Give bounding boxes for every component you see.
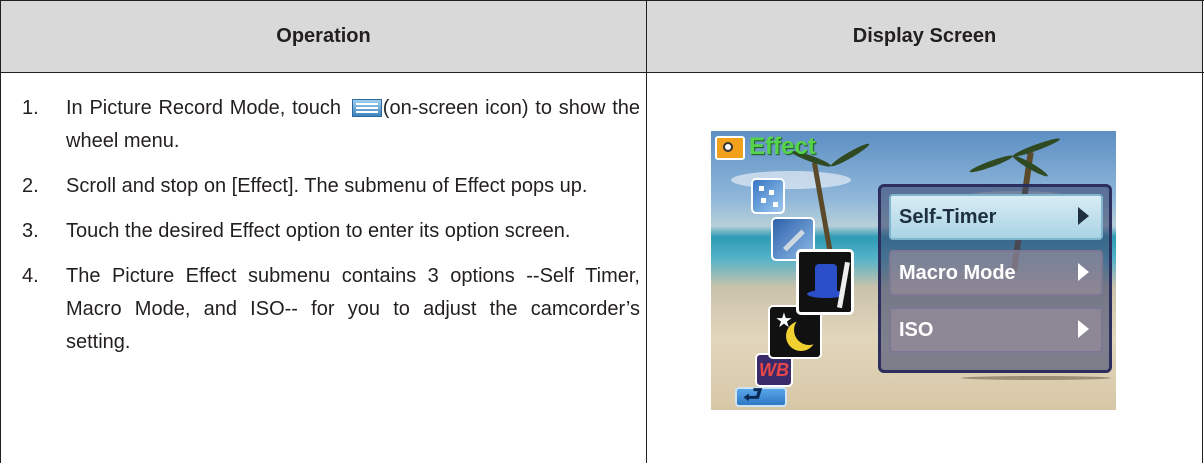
step-number: 2. [22,175,39,197]
palm-shadow [961,376,1111,380]
white-balance-label: WB [759,360,789,380]
step-item: 2. Scroll and stop on [Effect]. The subm… [22,170,640,203]
header-operation: Operation [1,0,646,72]
arrow-right-icon [1078,207,1089,225]
effect-icon[interactable] [751,178,785,214]
step-item: 3. Touch the desired Effect option to en… [22,215,640,248]
header-divider [0,72,1204,73]
palm-frond [1011,136,1062,159]
menu-item-self-timer[interactable]: Self-Timer [889,194,1103,240]
back-arrow-icon: ⮐ [743,382,763,407]
table-border-right [1202,0,1203,463]
palm-frond [968,153,1015,175]
menu-item-macro-mode[interactable]: Macro Mode [889,250,1103,296]
step-item: 4. The Picture Effect submenu contains 3… [22,260,640,359]
table-border-left [0,0,1,463]
screen-title: Effect [749,133,816,160]
menu-list-icon [351,99,382,117]
back-button[interactable]: ⮐ [735,382,787,407]
palm-frond [829,141,871,169]
step-text: In Picture Record Mode, touch [66,97,348,119]
arrow-right-icon [1078,320,1089,338]
step-text: Touch the desired Effect option to enter… [66,220,571,242]
arrow-right-icon [1078,263,1089,281]
step-text: The Picture Effect submenu contains 3 op… [66,265,640,353]
step-number: 1. [22,97,39,119]
menu-item-iso[interactable]: ISO [889,307,1103,353]
table-border-top [0,0,1204,1]
camcorder-screen: Effect ★ WB ⮐ Self-Timer Macro Mode ISO [711,131,1116,410]
magic-hat-icon[interactable] [796,249,854,315]
menu-item-label: ISO [899,318,934,341]
step-item: 1. In Picture Record Mode, touch (on-scr… [22,92,640,158]
menu-item-label: Self-Timer [899,205,997,228]
step-number: 4. [22,265,39,287]
operation-steps: 1. In Picture Record Mode, touch (on-scr… [22,92,640,371]
step-number: 3. [22,220,39,242]
effect-submenu: Self-Timer Macro Mode ISO [878,184,1112,373]
menu-item-label: Macro Mode [899,261,1016,284]
column-divider [646,0,647,463]
step-text: Scroll and stop on [Effect]. The submenu… [66,175,588,197]
instruction-table: Operation Display Screen 1. In Picture R… [0,0,1204,463]
header-display-screen: Display Screen [647,0,1202,72]
camera-icon [715,136,745,160]
cloud [731,171,851,189]
